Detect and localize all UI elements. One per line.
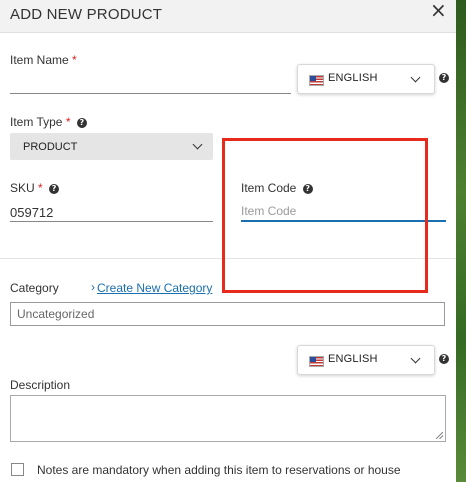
item-code-input[interactable] [241, 202, 446, 222]
item-name-label-text: Item Name [10, 53, 69, 67]
notes-mandatory-label: Notes are mandatory when adding this ite… [37, 463, 401, 477]
required-mark: * [72, 53, 77, 67]
create-new-category-link[interactable]: Create New Category [97, 281, 212, 295]
item-name-input[interactable] [10, 75, 291, 94]
item-type-label-text: Item Type [10, 115, 63, 129]
sku-input[interactable] [10, 203, 213, 222]
item-type-select[interactable]: PRODUCT [10, 133, 213, 160]
item-code-label-text: Item Code [241, 181, 297, 195]
required-mark: * [65, 115, 71, 129]
help-icon[interactable]: ? [439, 73, 449, 83]
category-input[interactable] [10, 302, 445, 326]
category-label: Category [10, 281, 59, 295]
help-icon[interactable]: ? [302, 183, 313, 194]
add-product-modal: ADD NEW PRODUCT × Item Name * ENGLISH ? … [0, 0, 456, 482]
item-name-language-select[interactable]: ENGLISH [297, 64, 435, 94]
help-icon[interactable]: ? [49, 183, 60, 194]
description-language-select[interactable]: ENGLISH [297, 345, 435, 375]
item-type-label: Item Type * ? [10, 115, 87, 129]
section-divider [0, 258, 456, 259]
us-flag-icon [309, 75, 324, 86]
description-textarea[interactable] [10, 395, 446, 442]
notes-mandatory-checkbox[interactable] [11, 463, 24, 476]
item-code-label: Item Code ? [241, 181, 313, 195]
modal-title: ADD NEW PRODUCT [10, 6, 163, 23]
chevron-down-icon [192, 139, 203, 150]
required-mark: * [38, 181, 43, 195]
help-icon[interactable]: ? [76, 117, 87, 128]
item-name-label: Item Name * [10, 53, 77, 67]
language-label: ENGLISH [328, 353, 378, 365]
help-icon[interactable]: ? [439, 354, 449, 364]
modal-header: ADD NEW PRODUCT × [0, 0, 456, 33]
chevron-down-icon [410, 72, 421, 83]
description-label: Description [10, 378, 71, 392]
close-icon[interactable]: × [430, 0, 447, 22]
link-chevron: › [91, 280, 95, 294]
sku-label-text: SKU [10, 181, 35, 195]
us-flag-icon [309, 356, 324, 367]
sku-label: SKU * ? [10, 181, 60, 195]
language-label: ENGLISH [328, 72, 378, 84]
item-type-selected: PRODUCT [23, 141, 78, 153]
chevron-down-icon [410, 353, 421, 364]
background-image-strip [456, 0, 466, 482]
resize-handle[interactable] [436, 432, 443, 439]
